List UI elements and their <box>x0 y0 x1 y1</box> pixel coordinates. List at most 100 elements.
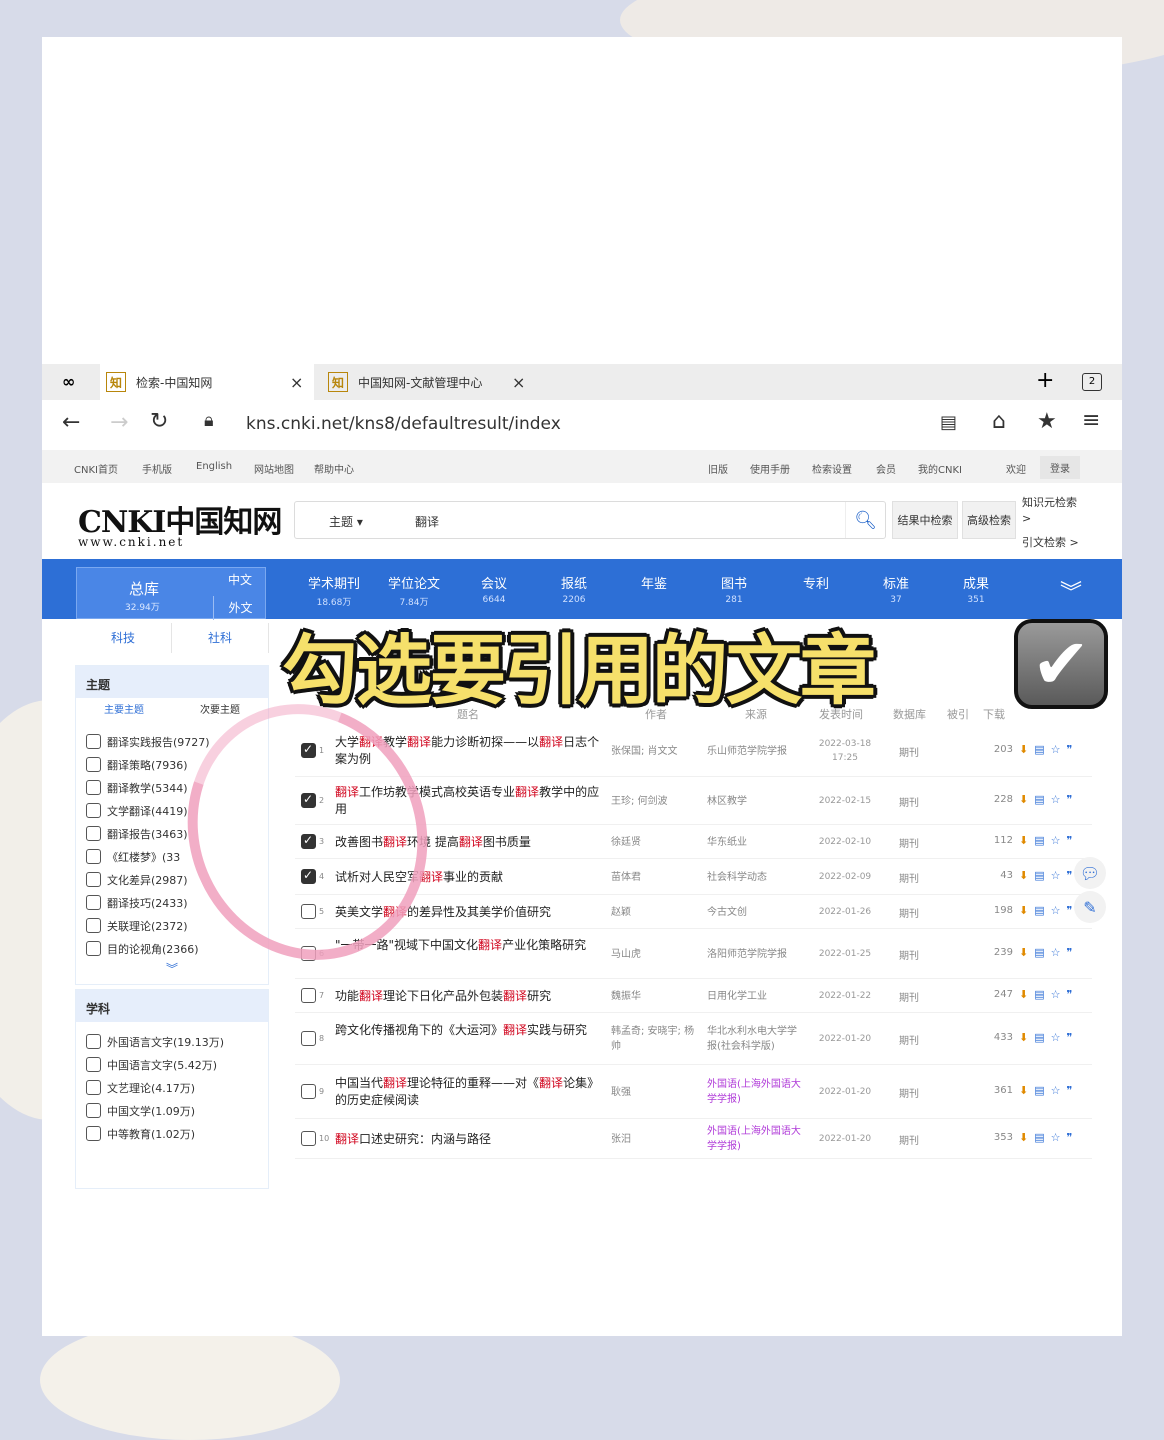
facet-item[interactable]: 中国语言文字(5.42万) <box>76 1053 268 1076</box>
more-chevron-icon[interactable]: ︾ <box>76 960 268 977</box>
source-link[interactable]: 洛阳师范学院学报 <box>707 947 805 962</box>
source-link[interactable]: 华东纸业 <box>707 835 805 850</box>
cnki-logo[interactable]: CNKI中国知网 www.cnki.net <box>78 497 282 549</box>
checkbox[interactable] <box>86 1103 101 1118</box>
row-checkbox[interactable] <box>301 1131 316 1146</box>
subtab-main-topic[interactable]: 主要主题 <box>76 698 172 724</box>
nav-link[interactable]: 会员 <box>876 461 896 476</box>
source-link[interactable]: 林区教学 <box>707 794 805 809</box>
html-read-icon[interactable]: ▤ <box>1034 1031 1050 1044</box>
article-title-link[interactable]: 跨文化传播视角下的《大运河》翻译实践与研究 <box>335 1022 603 1039</box>
citation-search-link[interactable]: 引文检索 > <box>1022 534 1079 550</box>
search-box[interactable]: 主题 ▾ 翻译 🔍︎ <box>294 501 886 539</box>
download-icon[interactable]: ⬇ <box>1019 793 1034 806</box>
download-icon[interactable]: ⬇ <box>1019 1031 1034 1044</box>
favorite-star-icon[interactable]: ☆ <box>1051 793 1067 806</box>
checkbox[interactable] <box>86 1080 101 1095</box>
source-link[interactable]: 今古文创 <box>707 905 805 920</box>
reader-mode-icon[interactable]: ▤ <box>940 412 957 433</box>
facet-item[interactable]: 中国文学(1.09万) <box>76 1099 268 1122</box>
html-read-icon[interactable]: ▤ <box>1034 743 1050 756</box>
expand-chevron-icon[interactable]: ︾ <box>1060 575 1082 607</box>
favorite-star-icon[interactable]: ☆ <box>1051 988 1067 1001</box>
source-link[interactable]: 乐山师范学院学报 <box>707 744 805 759</box>
table-row[interactable]: 8 跨文化传播视角下的《大运河》翻译实践与研究 韩孟奇; 安晓宇; 杨帅 华北水利水电… <box>295 1013 1092 1065</box>
menu-icon[interactable]: ≡ <box>1082 408 1100 433</box>
favorite-star-icon[interactable]: ☆ <box>1051 1084 1067 1097</box>
forward-arrow-icon[interactable]: → <box>110 410 128 435</box>
quote-icon[interactable]: ❞ <box>1067 743 1079 756</box>
favorite-star-icon[interactable]: ☆ <box>1051 869 1067 882</box>
close-tab-icon[interactable]: × <box>290 373 303 392</box>
row-checkbox[interactable] <box>301 988 316 1003</box>
download-icon[interactable]: ⬇ <box>1019 743 1034 756</box>
source-link[interactable]: 日用化学工业 <box>707 989 805 1004</box>
favorite-star-icon[interactable]: ☆ <box>1051 904 1067 917</box>
login-button[interactable]: 登录 <box>1040 456 1080 479</box>
facet-item[interactable]: 目的论视角(2366) <box>76 937 268 960</box>
nav-link[interactable]: 帮助中心 <box>314 461 354 476</box>
checkbox[interactable] <box>86 803 101 818</box>
browser-tab[interactable]: 知 中国知网-文献管理中心 × <box>324 364 538 400</box>
new-tab-icon[interactable]: + <box>1036 368 1054 393</box>
nav-link[interactable]: 网站地图 <box>254 461 294 476</box>
author-link[interactable]: 王珍; 何剑波 <box>611 794 697 809</box>
download-icon[interactable]: ⬇ <box>1019 904 1034 917</box>
table-row[interactable]: 5 英美文学翻译的差异性及其美学价值研究 赵颖 今古文创 2022-01-26 期刊 198… <box>295 895 1092 929</box>
nav-link[interactable]: 我的CNKI <box>918 461 962 476</box>
table-row[interactable]: 1大学翻译教学翻译能力诊断初探——以翻译日志个案为例张保国; 肖文文乐山师范学院… <box>295 725 1092 777</box>
bookmark-star-icon[interactable]: ★ <box>1037 409 1057 434</box>
html-read-icon[interactable]: ▤ <box>1034 869 1050 882</box>
quote-icon[interactable]: ❞ <box>1067 1131 1079 1144</box>
facet-item[interactable]: 中等教育(1.02万) <box>76 1122 268 1145</box>
checkbox[interactable] <box>86 872 101 887</box>
close-tab-icon[interactable]: × <box>512 373 525 392</box>
author-link[interactable]: 马山虎 <box>611 947 697 962</box>
db-tab[interactable]: 成果 351 <box>936 559 1016 619</box>
checkbox[interactable] <box>86 826 101 841</box>
download-icon[interactable]: ⬇ <box>1019 946 1034 959</box>
checkbox[interactable] <box>86 849 101 864</box>
author-link[interactable]: 张保国; 肖文文 <box>611 744 697 759</box>
url-field[interactable]: kns.cnki.net/kns8/defaultresult/index <box>246 414 561 434</box>
table-row[interactable]: 9 中国当代翻译理论特征的重释——对《翻译论集》的历史症候阅读 耿强 外国语(上海外国… <box>295 1065 1092 1119</box>
checkbox[interactable] <box>86 1126 101 1141</box>
db-tab-zongku[interactable]: 总库 32.94万 中文 外文 <box>76 567 267 620</box>
nav-link[interactable]: 使用手册 <box>750 461 790 476</box>
quote-icon[interactable]: ❞ <box>1067 946 1079 959</box>
tab-count-button[interactable]: 2 <box>1082 373 1102 391</box>
table-row[interactable]: 6 "一带一路"视域下中国文化翻译产业化策略研究 马山虎 洛阳师范学院学报 2022-0… <box>295 929 1092 979</box>
article-title-link[interactable]: 翻译口述史研究：内涵与路径 <box>335 1131 603 1148</box>
nav-link[interactable]: 手机版 <box>142 461 172 476</box>
row-checkbox[interactable] <box>301 1031 316 1046</box>
search-in-results-button[interactable]: 结果中检索 <box>892 501 958 539</box>
search-input[interactable]: 翻译 <box>415 513 439 530</box>
checkbox[interactable] <box>86 1034 101 1049</box>
quote-icon[interactable]: ❞ <box>1067 834 1079 847</box>
lang-wai-tab[interactable]: 外文 <box>213 596 267 620</box>
author-link[interactable]: 张汨 <box>611 1132 697 1147</box>
author-link[interactable]: 韩孟奇; 安晓宇; 杨帅 <box>611 1024 697 1054</box>
html-read-icon[interactable]: ▤ <box>1034 1131 1050 1144</box>
download-icon[interactable]: ⬇ <box>1019 1084 1034 1097</box>
quote-icon[interactable]: ❞ <box>1067 1031 1079 1044</box>
edit-pencil-icon[interactable]: ✎ <box>1074 891 1106 923</box>
checkbox[interactable] <box>86 1057 101 1072</box>
search-icon[interactable]: 🔍︎ <box>845 502 885 538</box>
html-read-icon[interactable]: ▤ <box>1034 1084 1050 1097</box>
download-icon[interactable]: ⬇ <box>1019 988 1034 1001</box>
quote-icon[interactable]: ❞ <box>1067 988 1079 1001</box>
source-link[interactable]: 外国语(上海外国语大学学报) <box>707 1077 805 1107</box>
col-cited[interactable]: 被引 <box>947 706 969 722</box>
comment-icon[interactable]: 💬︎ <box>1074 857 1106 889</box>
favorite-star-icon[interactable]: ☆ <box>1051 1031 1067 1044</box>
author-link[interactable]: 赵颖 <box>611 905 697 920</box>
author-link[interactable]: 徐廷贤 <box>611 835 697 850</box>
author-link[interactable]: 耿强 <box>611 1085 697 1100</box>
subtab-science[interactable]: 科技 <box>75 623 172 653</box>
row-checkbox[interactable] <box>301 1084 316 1099</box>
checkbox[interactable] <box>86 918 101 933</box>
checkbox[interactable] <box>86 757 101 772</box>
facet-item[interactable]: 外国语言文字(19.13万) <box>76 1030 268 1053</box>
html-read-icon[interactable]: ▤ <box>1034 988 1050 1001</box>
